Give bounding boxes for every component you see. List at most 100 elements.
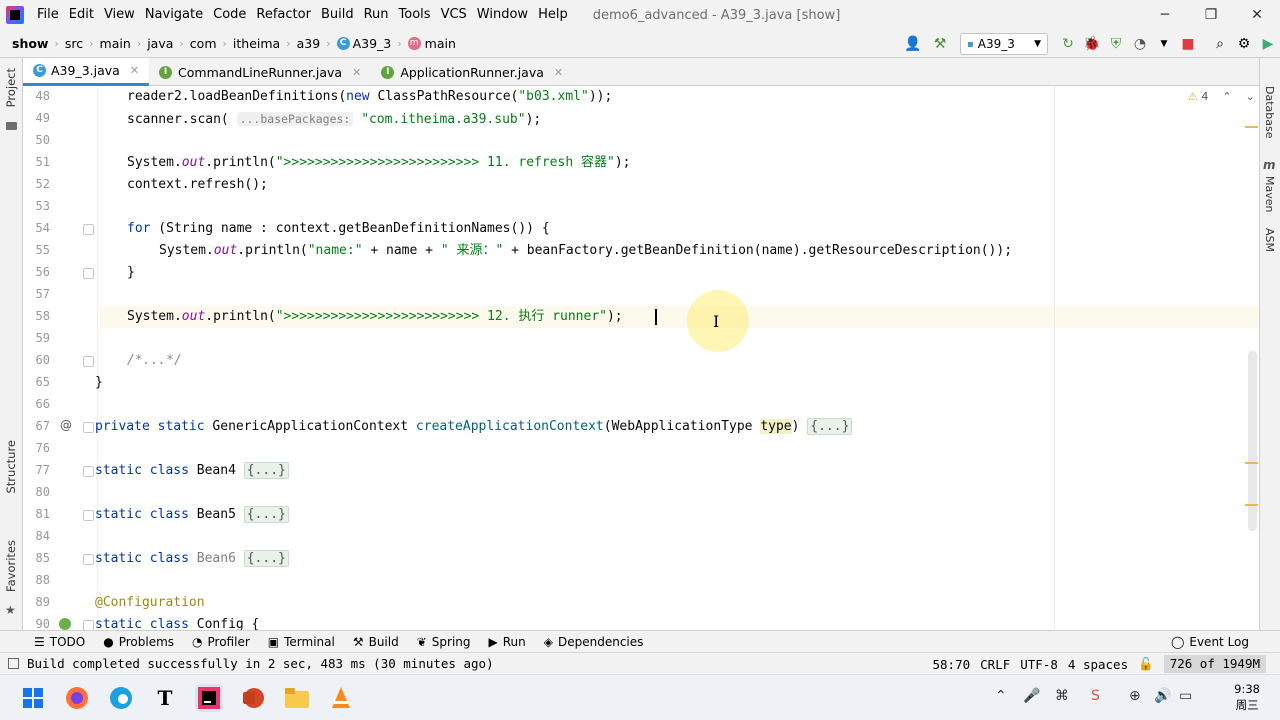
favorites-tool-tab[interactable]: Favorites bbox=[4, 540, 18, 592]
code-line[interactable]: System.out.println("name:" + name + " 来源… bbox=[159, 240, 1012, 262]
fold-marker-icon[interactable] bbox=[83, 268, 94, 279]
code-line[interactable]: System.out.println(">>>>>>>>>>>>>>>>>>>>… bbox=[127, 306, 623, 328]
file-explorer-icon[interactable] bbox=[283, 684, 311, 712]
menu-window[interactable]: Window bbox=[472, 0, 533, 30]
maximize-button[interactable]: ❐ bbox=[1188, 0, 1234, 30]
structure-tool-tab[interactable]: Structure bbox=[4, 440, 18, 494]
memory-indicator[interactable]: 726 of 1949M bbox=[1163, 655, 1266, 673]
search-icon[interactable]: ⌕ bbox=[1208, 32, 1232, 56]
close-button[interactable]: ✕ bbox=[1234, 0, 1280, 30]
windows-start-icon[interactable] bbox=[19, 684, 47, 712]
close-tab-icon[interactable]: ✕ bbox=[554, 66, 563, 79]
menu-help[interactable]: Help bbox=[533, 0, 573, 30]
code-line[interactable]: context.refresh(); bbox=[127, 174, 268, 196]
vlc-icon[interactable] bbox=[327, 684, 355, 712]
database-tool-tab[interactable]: Database bbox=[1263, 86, 1276, 139]
fold-marker-icon[interactable] bbox=[83, 356, 94, 367]
todo-tool-button[interactable]: ☰ TODO bbox=[25, 635, 94, 649]
menu-edit[interactable]: Edit bbox=[64, 0, 99, 30]
close-tab-icon[interactable]: ✕ bbox=[130, 64, 139, 77]
code-line[interactable]: static class Bean6 {...} bbox=[95, 548, 289, 570]
run-tool-button[interactable]: ▶ Run bbox=[480, 635, 535, 649]
breadcrumb-method[interactable]: m main bbox=[405, 36, 459, 51]
input-method-icon[interactable]: ⌘ bbox=[1055, 688, 1069, 704]
menu-navigate[interactable]: Navigate bbox=[140, 0, 208, 30]
powerpoint-icon[interactable] bbox=[239, 684, 267, 712]
tab-a39-3-java[interactable]: C A39_3.java ✕ bbox=[23, 58, 150, 86]
menu-build[interactable]: Build bbox=[316, 0, 359, 30]
menu-run[interactable]: Run bbox=[359, 0, 394, 30]
intellij-taskbar-icon[interactable] bbox=[195, 684, 223, 712]
breadcrumb-main[interactable]: main bbox=[97, 36, 134, 51]
menu-code[interactable]: Code bbox=[208, 0, 251, 30]
asm-tool-tab[interactable]: ASM bbox=[1263, 228, 1276, 252]
user-icon[interactable]: 👤 bbox=[898, 32, 928, 56]
menu-vcs[interactable]: VCS bbox=[436, 0, 472, 30]
profiler-tool-button[interactable]: ◔ Profiler bbox=[183, 635, 259, 649]
minimize-button[interactable]: ─ bbox=[1142, 0, 1188, 30]
code-line[interactable]: } bbox=[95, 372, 103, 394]
more-run-options-icon[interactable]: ▼ bbox=[1152, 32, 1176, 56]
breadcrumb-src[interactable]: src bbox=[62, 36, 86, 51]
line-separator[interactable]: CRLF bbox=[980, 657, 1010, 672]
app-tray-icon[interactable]: S bbox=[1091, 688, 1100, 704]
battery-icon[interactable]: ▭ bbox=[1179, 688, 1192, 704]
file-encoding[interactable]: UTF-8 bbox=[1020, 657, 1058, 672]
menu-refactor[interactable]: Refactor bbox=[251, 0, 316, 30]
profile-icon[interactable]: ◔ bbox=[1128, 32, 1152, 56]
warning-marker[interactable] bbox=[1245, 462, 1258, 464]
build-hammer-icon[interactable]: ⚒ bbox=[928, 32, 952, 56]
menu-file[interactable]: File bbox=[32, 0, 64, 30]
next-highlight-icon[interactable]: ⌄ bbox=[1246, 90, 1255, 103]
code-editor[interactable]: 48 49 50 51 52 53 54 55 56 57 58 59 60 65 66 67 76 77 80 81… bbox=[23, 86, 1259, 630]
code-line[interactable]: reader2.loadBeanDefinitions(new ClassPat… bbox=[127, 86, 612, 108]
system-clock[interactable]: 9:38 周三 bbox=[1234, 681, 1260, 713]
rerun-icon[interactable]: ↻ bbox=[1056, 32, 1080, 56]
status-square-icon[interactable] bbox=[8, 658, 19, 669]
tray-overflow-icon[interactable]: ⌃ bbox=[995, 688, 1007, 704]
inspection-widget[interactable]: ⚠ 4 ⌃ ⌄ bbox=[1188, 90, 1255, 103]
tab-applicationrunner-java[interactable]: I ApplicationRunner.java ✕ bbox=[371, 58, 573, 86]
code-line[interactable]: } bbox=[127, 262, 135, 284]
debug-icon[interactable]: 🐞 bbox=[1080, 32, 1104, 56]
fold-marker-icon[interactable] bbox=[83, 510, 94, 521]
settings-gear-icon[interactable]: ⚙ bbox=[1232, 32, 1256, 56]
menu-tools[interactable]: Tools bbox=[394, 0, 436, 30]
implements-method-icon[interactable]: @ bbox=[60, 418, 72, 432]
event-log-button[interactable]: ◯ Event Log bbox=[1162, 635, 1258, 649]
code-line[interactable]: @Configuration bbox=[95, 592, 205, 614]
caret-position[interactable]: 58:70 bbox=[933, 657, 971, 672]
breadcrumb-com[interactable]: com bbox=[187, 36, 220, 51]
jetbrains-toolbox-icon[interactable]: ▶ bbox=[1256, 32, 1280, 56]
network-icon[interactable]: ⊕ bbox=[1129, 688, 1141, 704]
typora-icon[interactable]: T bbox=[151, 684, 179, 712]
breadcrumb-java[interactable]: java bbox=[144, 36, 176, 51]
breadcrumb-a39[interactable]: a39 bbox=[294, 36, 324, 51]
fold-marker-icon[interactable] bbox=[83, 224, 94, 235]
build-tool-button[interactable]: ⚒ Build bbox=[344, 635, 408, 649]
code-line[interactable]: static class Bean4 {...} bbox=[95, 460, 289, 482]
speaker-icon[interactable]: 🔊 bbox=[1154, 688, 1171, 704]
status-message[interactable]: Build completed successfully in 2 sec, 4… bbox=[27, 656, 494, 671]
fold-marker-icon[interactable] bbox=[83, 554, 94, 565]
code-line[interactable]: private static GenericApplicationContext… bbox=[95, 416, 853, 438]
code-line[interactable]: static class Config { bbox=[95, 614, 259, 630]
fold-marker-icon[interactable] bbox=[83, 466, 94, 477]
firefox-icon[interactable] bbox=[63, 684, 91, 712]
gutter[interactable]: 48 49 50 51 52 53 54 55 56 57 58 59 60 65 66 67 76 77 80 81… bbox=[23, 86, 98, 630]
code-line[interactable]: System.out.println(">>>>>>>>>>>>>>>>>>>>… bbox=[127, 152, 630, 174]
spring-bean-icon[interactable] bbox=[59, 618, 71, 630]
breadcrumb-class[interactable]: C A39_3 bbox=[334, 36, 395, 51]
indent-setting[interactable]: 4 spaces bbox=[1068, 657, 1128, 672]
maven-tool-tab[interactable]: Maven bbox=[1263, 176, 1276, 212]
code-line[interactable]: /*...*/ bbox=[127, 350, 182, 372]
warning-marker[interactable] bbox=[1245, 504, 1258, 506]
code-line[interactable]: for (String name : context.getBeanDefini… bbox=[127, 218, 550, 240]
breadcrumb-project[interactable]: show bbox=[9, 36, 51, 51]
code-line[interactable]: static class Bean5 {...} bbox=[95, 504, 289, 526]
breadcrumb-itheima[interactable]: itheima bbox=[230, 36, 283, 51]
project-tool-tab[interactable]: Project bbox=[4, 68, 18, 107]
tab-commandlinerunner-java[interactable]: I CommandLineRunner.java ✕ bbox=[149, 58, 371, 86]
close-tab-icon[interactable]: ✕ bbox=[352, 66, 361, 79]
edge-icon[interactable] bbox=[107, 684, 135, 712]
